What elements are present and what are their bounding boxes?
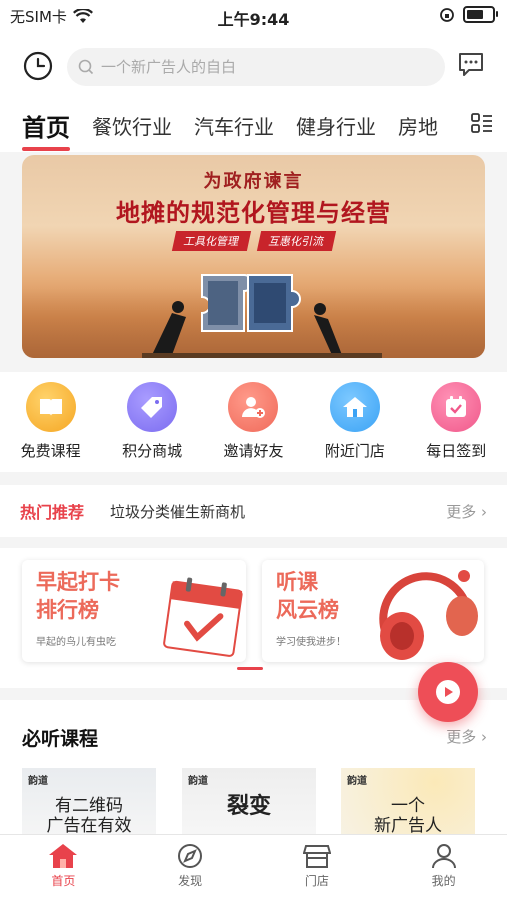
card-title-line: 风云榜 — [276, 598, 339, 622]
course-cover-line: 有二维码 — [55, 796, 123, 816]
promo-banner[interactable]: 为政府谏言 地摊的规范化管理与经营 工具化管理 互惠化引流 — [22, 155, 485, 358]
card-subtitle: 学习使我进步！ — [276, 637, 346, 648]
quick-link-label: 邀请好友 — [223, 442, 284, 460]
play-audio-button[interactable] — [418, 662, 478, 722]
tab-label: 餐饮行业 — [92, 114, 172, 139]
tab-real-estate[interactable]: 房地 — [398, 111, 438, 140]
search-box[interactable] — [67, 48, 445, 86]
calendar-check-icon — [431, 382, 482, 432]
quick-links: 免费课程 积分商城 邀请好友 附近门店 每日签到 — [0, 372, 507, 472]
home-nav-icon — [49, 844, 78, 868]
tab-label: 首页 — [22, 113, 70, 142]
course-cover-line: 新广告人 — [374, 816, 442, 836]
quick-link-points-mall[interactable]: 积分商城 — [102, 372, 202, 472]
course-cover-line: 裂变 — [226, 793, 271, 819]
nav-store[interactable]: 门店 — [254, 835, 381, 901]
course-cover-line: 广告在有效 — [46, 816, 132, 836]
course-cover-text: 一个 新广告人 — [341, 796, 475, 836]
book-icon — [25, 382, 76, 432]
quick-link-label: 免费课程 — [20, 442, 81, 460]
quick-link-label: 每日签到 — [426, 442, 487, 460]
more-label: 更多 — [446, 502, 477, 521]
history-clock-icon[interactable] — [22, 50, 54, 82]
user-icon — [431, 844, 456, 869]
course-cover-text: 有二维码 广告在有效 — [22, 796, 156, 836]
nav-discover[interactable]: 发现 — [127, 835, 254, 901]
tab-automotive[interactable]: 汽车行业 — [194, 111, 274, 140]
more-label: 更多 — [446, 728, 477, 746]
category-tabs: 首页 餐饮行业 汽车行业 健身行业 房地 — [0, 100, 507, 151]
battery-icon — [463, 6, 498, 23]
tab-label: 健身行业 — [296, 114, 376, 139]
course-logo: 韵道 — [188, 776, 208, 787]
tab-label: 汽车行业 — [194, 114, 274, 139]
tab-active-indicator — [22, 146, 70, 151]
card-title-line: 听课 — [276, 570, 318, 594]
banner-tags: 工具化管理 互惠化引流 — [22, 231, 485, 251]
bottom-navigation: 首页 发现 门店 我的 — [0, 834, 507, 901]
banner-subtitle: 为政府谏言 — [203, 171, 304, 192]
carousel-indicator — [237, 667, 263, 670]
banner-title: 地摊的规范化管理与经营 — [116, 199, 391, 227]
course-logo: 韵道 — [347, 776, 367, 787]
search-icon — [78, 59, 94, 75]
hot-recommend-text: 垃圾分类催生新商机 — [110, 502, 246, 521]
early-checkin-card[interactable]: 早起打卡 排行榜 早起的鸟儿有虫吃 — [22, 560, 246, 662]
quick-link-nearby-stores[interactable]: 附近门店 — [305, 372, 405, 472]
chevron-right-icon: › — [481, 502, 487, 521]
nav-label: 首页 — [51, 874, 76, 888]
card-title: 早起打卡 排行榜 — [36, 568, 120, 624]
status-right — [439, 6, 498, 23]
home-icon — [329, 382, 380, 432]
course-cover-line: 一个 — [391, 796, 425, 816]
status-time: 上午9:44 — [217, 10, 290, 29]
hot-more-link[interactable]: 更多 › — [446, 501, 487, 522]
must-listen-section: 必听课程 更多 › 韵道 有二维码 广告在有效 韵道 裂变 韵道 一个 新广告人 — [0, 700, 507, 840]
course-cover-text: 裂变 — [182, 793, 316, 819]
quick-link-free-course[interactable]: 免费课程 — [1, 372, 101, 472]
banner-tag: 互惠化引流 — [256, 231, 336, 251]
chevron-right-icon: › — [481, 728, 487, 746]
calendar-icon — [163, 577, 243, 657]
tag-icon — [127, 382, 178, 432]
play-icon — [436, 680, 460, 704]
add-user-icon — [228, 382, 279, 432]
status-bar: 无SIM卡 上午9:44 — [0, 0, 507, 32]
tab-home[interactable]: 首页 — [22, 108, 70, 151]
store-icon — [302, 845, 331, 868]
nav-profile[interactable]: 我的 — [380, 835, 507, 901]
quick-link-daily-checkin[interactable]: 每日签到 — [406, 372, 506, 472]
category-menu-icon[interactable] — [471, 112, 493, 134]
rotation-lock-icon — [440, 7, 454, 22]
section-title: 必听课程 — [22, 728, 99, 750]
puzzle-illustration — [142, 274, 382, 358]
hot-recommend-bar[interactable]: 热门推荐 垃圾分类催生新商机 更多 › — [0, 485, 507, 537]
nav-label: 我的 — [431, 874, 456, 888]
card-title-line: 排行榜 — [36, 598, 99, 622]
lesson-ranking-card[interactable]: 听课 风云榜 学习使我进步！ — [262, 560, 484, 662]
tab-fitness[interactable]: 健身行业 — [296, 111, 376, 140]
message-icon[interactable] — [456, 50, 486, 80]
compass-icon — [178, 844, 203, 868]
course-card[interactable]: 韵道 有二维码 广告在有效 — [22, 768, 156, 840]
quick-link-label: 附近门店 — [324, 442, 385, 460]
must-listen-more-link[interactable]: 更多 › — [446, 726, 487, 747]
nav-label: 门店 — [304, 874, 329, 888]
course-card[interactable]: 韵道 裂变 — [182, 768, 316, 840]
search-input[interactable] — [99, 57, 433, 77]
tab-label: 房地 — [398, 114, 438, 139]
hot-recommend-title: 热门推荐 — [20, 503, 85, 522]
card-title: 听课 风云榜 — [276, 568, 339, 624]
card-subtitle: 早起的鸟儿有虫吃 — [36, 637, 116, 648]
nav-home[interactable]: 首页 — [0, 835, 127, 901]
tab-catering[interactable]: 餐饮行业 — [92, 111, 172, 140]
card-title-line: 早起打卡 — [36, 570, 120, 594]
course-logo: 韵道 — [28, 776, 48, 787]
nav-label: 发现 — [178, 874, 203, 888]
headphones-icon — [379, 570, 478, 660]
quick-link-invite-friends[interactable]: 邀请好友 — [203, 372, 303, 472]
course-card[interactable]: 韵道 一个 新广告人 — [341, 768, 475, 840]
quick-link-label: 积分商城 — [122, 442, 183, 460]
banner-tag: 工具化管理 — [171, 231, 251, 251]
